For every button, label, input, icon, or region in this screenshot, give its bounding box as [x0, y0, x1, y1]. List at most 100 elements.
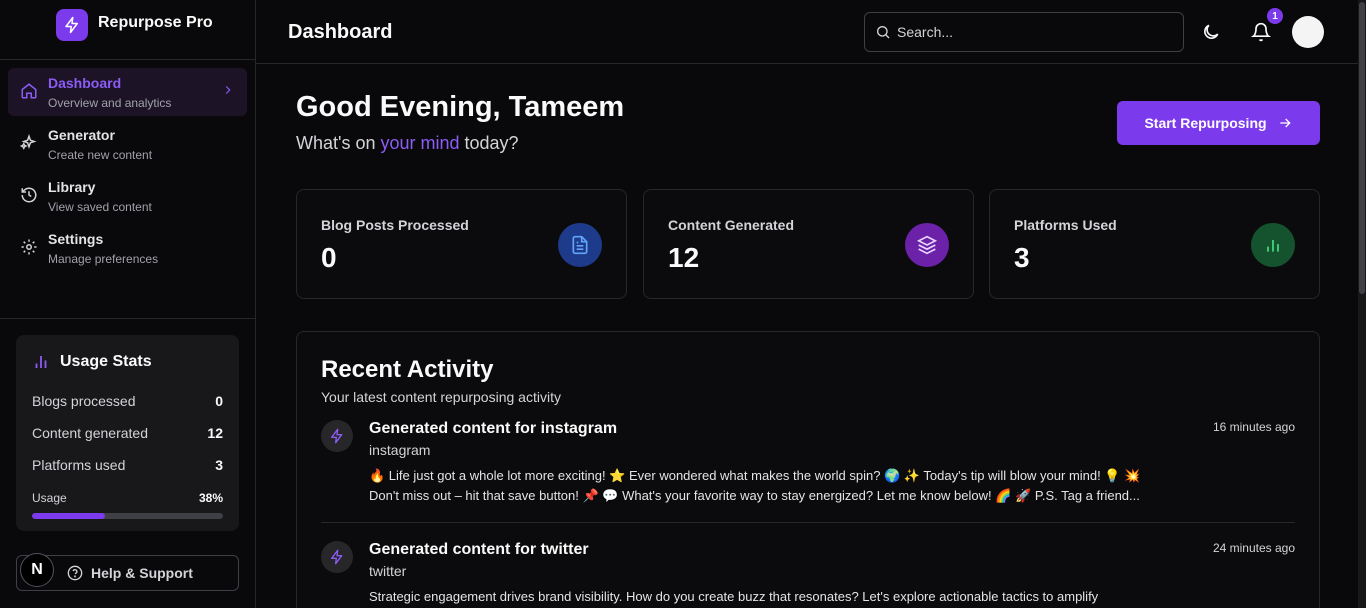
activity-time: 24 minutes ago	[1212, 541, 1295, 555]
stat-icon-circle	[558, 223, 602, 267]
scrollbar-thumb[interactable]	[1359, 2, 1365, 294]
sidebar-item-settings[interactable]: Settings Manage preferences	[8, 224, 247, 272]
stat-icon-circle	[905, 223, 949, 267]
stat-card-blog-posts: Blog Posts Processed 0	[296, 189, 627, 299]
activity-divider	[321, 522, 1295, 523]
greeting-subtitle: What's on your mind today?	[296, 133, 519, 154]
sidebar-divider	[0, 318, 256, 319]
lightning-icon	[331, 428, 343, 444]
sidebar: Repurpose Pro Dashboard Overview and ana…	[0, 0, 256, 608]
stat-card-content-generated: Content Generated 12	[643, 189, 974, 299]
stat-label: Platforms Used	[1014, 217, 1117, 233]
layers-icon	[917, 235, 937, 255]
help-support-label: Help & Support	[91, 565, 193, 581]
moon-icon[interactable]	[1201, 22, 1221, 42]
activity-item[interactable]: Generated content for instagram 16 minut…	[321, 420, 1295, 510]
usage-label: Usage	[32, 491, 67, 505]
activity-body-line: Strategic engagement drives brand visibi…	[369, 589, 1099, 604]
sidebar-nav: Dashboard Overview and analytics Generat…	[8, 68, 247, 276]
usage-row-value: 0	[215, 393, 223, 409]
stat-value: 0	[321, 242, 337, 273]
start-repurposing-label: Start Repurposing	[1144, 115, 1267, 131]
greeting-subtitle-highlight: your mind	[380, 133, 460, 153]
history-icon	[21, 187, 37, 203]
file-text-icon	[572, 235, 588, 255]
lightning-icon	[331, 549, 343, 565]
sidebar-item-subtitle: Manage preferences	[48, 252, 159, 266]
bar-chart-icon	[1267, 240, 1279, 252]
chevron-right-icon	[225, 86, 231, 94]
lightning-logo-icon	[56, 9, 88, 41]
usage-row-value: 12	[207, 425, 223, 441]
recent-activity-title: Recent Activity	[321, 356, 494, 383]
sidebar-item-title: Library	[48, 179, 96, 195]
stat-value: 3	[1014, 242, 1030, 273]
notification-count-badge: 1	[1267, 8, 1283, 24]
brand[interactable]: Repurpose Pro	[0, 0, 255, 60]
usage-row: Platforms used 3	[32, 449, 223, 481]
bar-chart-icon	[35, 356, 47, 368]
activity-heading: Generated content for twitter	[369, 541, 589, 558]
usage-stats-card: Usage Stats Blogs processed 0 Content ge…	[16, 335, 239, 531]
sidebar-item-generator[interactable]: Generator Create new content	[8, 120, 247, 168]
avatar[interactable]	[1292, 16, 1324, 48]
usage-row: Blogs processed 0	[32, 385, 223, 417]
usage-row: Content generated 12	[32, 417, 223, 449]
start-repurposing-button[interactable]: Start Repurposing	[1117, 101, 1320, 145]
usage-row-label: Blogs processed	[32, 393, 136, 409]
stat-label: Content Generated	[668, 217, 795, 233]
search-box[interactable]	[864, 12, 1184, 52]
stat-card-platforms-used: Platforms Used 3	[989, 189, 1320, 299]
activity-platform: twitter	[369, 563, 407, 579]
top-header: Dashboard 1	[256, 0, 1358, 64]
sidebar-item-title: Settings	[48, 231, 104, 247]
search-input[interactable]	[897, 13, 1177, 51]
activity-body: 🔥 Life just got a whole lot more excitin…	[369, 466, 1199, 506]
usage-bar-label: Usage 38%	[32, 491, 223, 505]
sidebar-item-title: Dashboard	[48, 75, 122, 91]
usage-row-label: Platforms used	[32, 457, 126, 473]
page-title: Dashboard	[288, 21, 393, 43]
sidebar-item-dashboard[interactable]: Dashboard Overview and analytics	[8, 68, 247, 116]
activity-body: Strategic engagement drives brand visibi…	[369, 587, 1199, 607]
page-scrollbar[interactable]	[1358, 0, 1366, 608]
help-circle-icon	[67, 565, 83, 581]
greeting-heading: Good Evening, Tameem	[296, 91, 625, 123]
bell-icon[interactable]	[1251, 22, 1271, 42]
activity-body-line: 🔥 Life just got a whole lot more excitin…	[369, 468, 1141, 483]
activity-heading: Generated content for instagram	[369, 420, 618, 437]
app-root: Repurpose Pro Dashboard Overview and ana…	[0, 0, 1366, 608]
activity-icon-circle	[321, 420, 353, 452]
greeting-subtitle-pre: What's on	[296, 133, 381, 153]
greeting-subtitle-post: today?	[459, 133, 519, 153]
stat-icon-circle	[1251, 223, 1295, 267]
stat-label: Blog Posts Processed	[321, 217, 469, 233]
gear-icon	[21, 239, 37, 255]
activity-platform: instagram	[369, 442, 431, 458]
usage-row-value: 3	[215, 457, 223, 473]
usage-stats-title: Usage Stats	[60, 353, 152, 370]
usage-stats-header: Usage Stats	[32, 353, 223, 371]
sidebar-item-title: Generator	[48, 127, 115, 143]
stat-value: 12	[668, 242, 700, 273]
usage-row-label: Content generated	[32, 425, 148, 441]
next-dev-badge[interactable]: N	[20, 553, 54, 587]
activity-time: 16 minutes ago	[1212, 420, 1295, 434]
search-icon	[877, 26, 890, 39]
usage-progress-fill	[32, 513, 105, 519]
brand-name: Repurpose Pro	[98, 14, 213, 31]
sparkles-icon	[20, 134, 37, 150]
sidebar-item-library[interactable]: Library View saved content	[8, 172, 247, 220]
recent-activity-card: Recent Activity Your latest content repu…	[296, 331, 1320, 608]
activity-body-line: Don't miss out – hit that save button! 📌…	[369, 488, 1140, 503]
usage-progress-bar	[32, 513, 223, 519]
arrow-right-icon	[1279, 118, 1291, 128]
activity-icon-circle	[321, 541, 353, 573]
main-content: Good Evening, Tameem What's on your mind…	[256, 65, 1358, 608]
recent-activity-subtitle: Your latest content repurposing activity	[321, 389, 561, 405]
activity-item[interactable]: Generated content for twitter 24 minutes…	[321, 541, 1295, 608]
sidebar-item-subtitle: Overview and analytics	[48, 96, 172, 110]
usage-percent: 38%	[198, 491, 223, 505]
sidebar-item-subtitle: View saved content	[48, 200, 152, 214]
home-icon	[21, 83, 37, 99]
